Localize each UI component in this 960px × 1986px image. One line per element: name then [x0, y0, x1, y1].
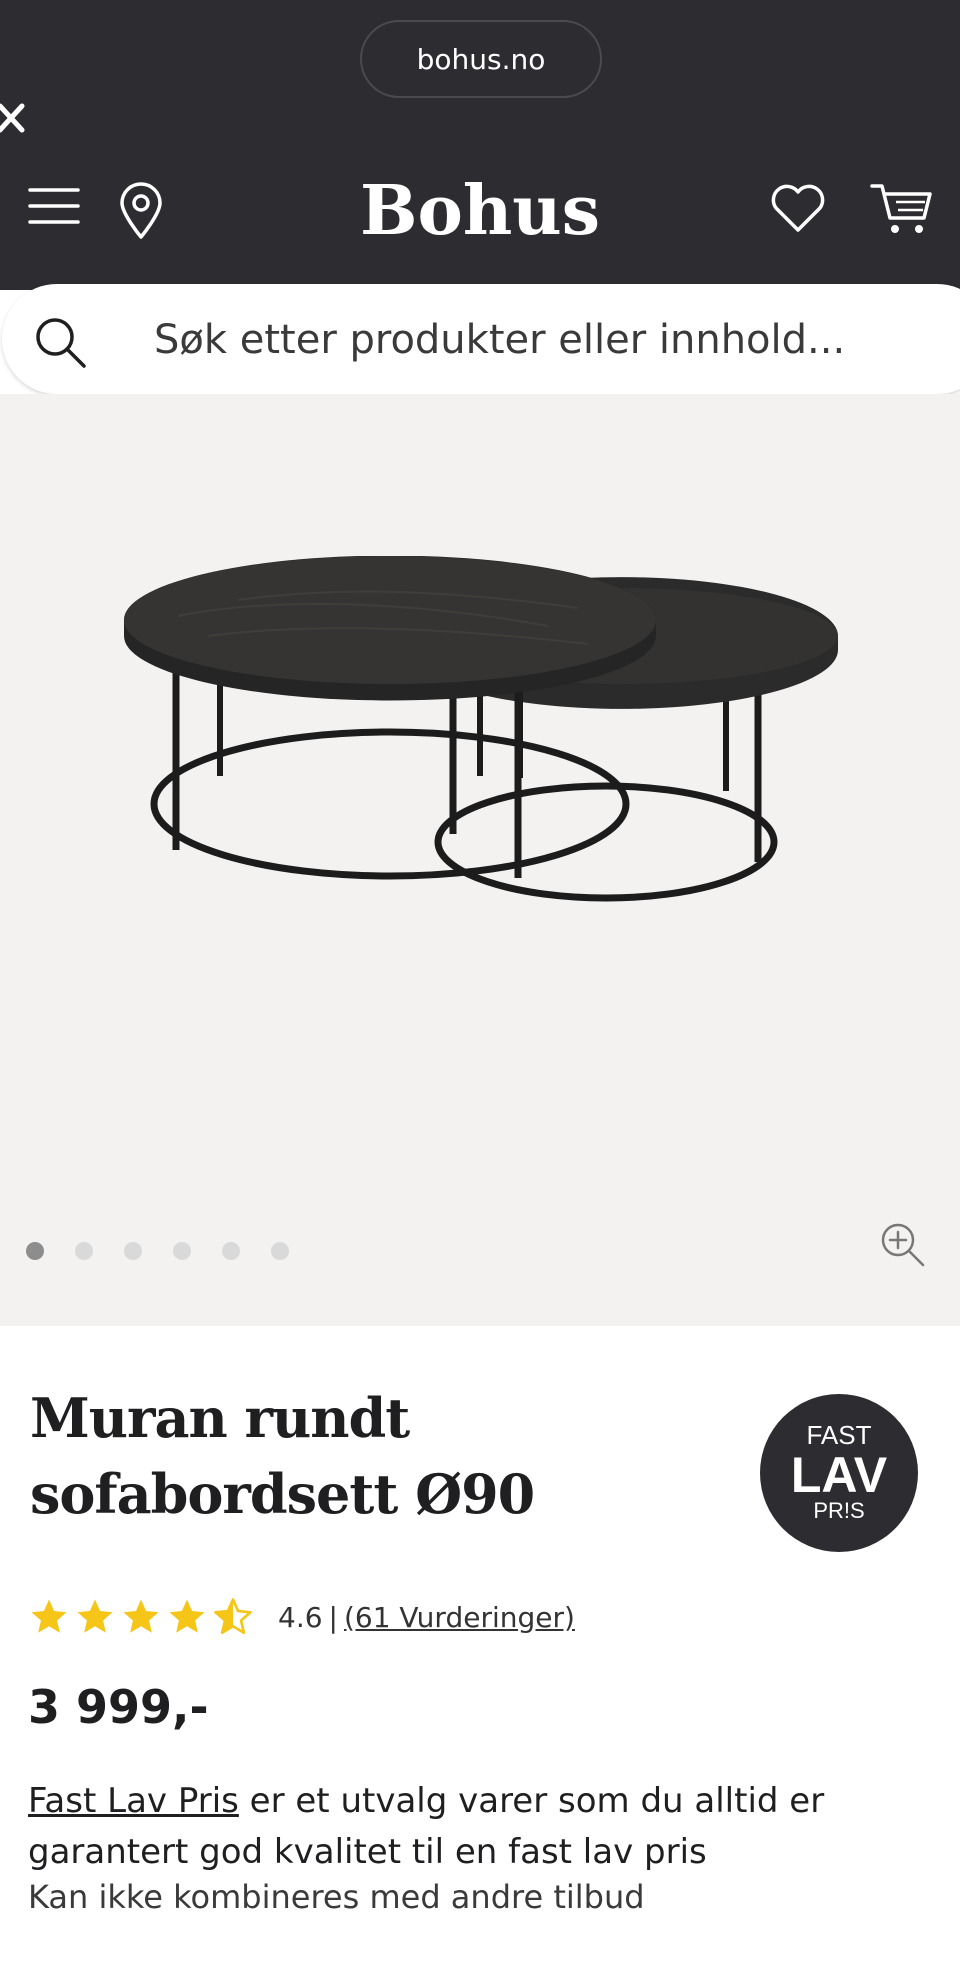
- gallery-dot[interactable]: [26, 1242, 44, 1260]
- menu-icon[interactable]: [28, 186, 80, 226]
- half-star-icon: [214, 1598, 252, 1635]
- zoom-icon[interactable]: [878, 1220, 926, 1268]
- rating-value: 4.6: [278, 1600, 323, 1634]
- gallery-dot[interactable]: [124, 1242, 142, 1260]
- rating-separator: |: [328, 1600, 338, 1634]
- product-title-line1: Muran rundt: [30, 1386, 410, 1450]
- url-bar[interactable]: bohus.no: [360, 20, 602, 98]
- star-icon: [123, 1599, 159, 1633]
- gallery-dot[interactable]: [75, 1242, 93, 1260]
- product-gallery[interactable]: [0, 394, 960, 1326]
- close-icon[interactable]: [0, 98, 26, 138]
- star-icon: [77, 1599, 113, 1633]
- rating-stars: [28, 1596, 258, 1638]
- gallery-dot[interactable]: [173, 1242, 191, 1260]
- badge-line2: LAV: [790, 1447, 888, 1503]
- search-bar: [2, 284, 960, 394]
- price-description: Fast Lav Pris er et utvalg varer som du …: [28, 1776, 928, 1878]
- product-price: 3 999,-: [28, 1680, 209, 1734]
- product-rating: 4.6 | (61 Vurderinger): [28, 1596, 575, 1638]
- fast-lav-pris-link[interactable]: Fast Lav Pris: [28, 1781, 239, 1821]
- product-title: Muran rundt sofabordsett Ø90: [30, 1380, 630, 1532]
- search-input[interactable]: [152, 306, 856, 374]
- product-title-line2: sofabordsett Ø90: [30, 1462, 535, 1526]
- site-header: bohus.no Bohus: [0, 0, 960, 394]
- gallery-dot[interactable]: [271, 1242, 289, 1260]
- location-pin-icon[interactable]: [118, 182, 164, 240]
- gallery-dots: [26, 1242, 320, 1260]
- search-icon[interactable]: [32, 314, 88, 370]
- star-icon: [31, 1599, 67, 1633]
- star-icon: [169, 1599, 205, 1633]
- combination-note: Kan ikke kombineres med andre tilbud: [28, 1878, 645, 1916]
- product-image[interactable]: [118, 556, 848, 976]
- heart-icon[interactable]: [770, 182, 826, 234]
- site-logo[interactable]: Bohus: [330, 165, 630, 257]
- badge-line3: PR!S: [813, 1498, 865, 1523]
- reviews-link[interactable]: (61 Vurderinger): [344, 1601, 575, 1634]
- cart-icon[interactable]: [870, 180, 934, 238]
- url-text: bohus.no: [416, 42, 546, 76]
- fast-lav-pris-badge: FAST LAV PR!S: [760, 1394, 918, 1552]
- gallery-dot[interactable]: [222, 1242, 240, 1260]
